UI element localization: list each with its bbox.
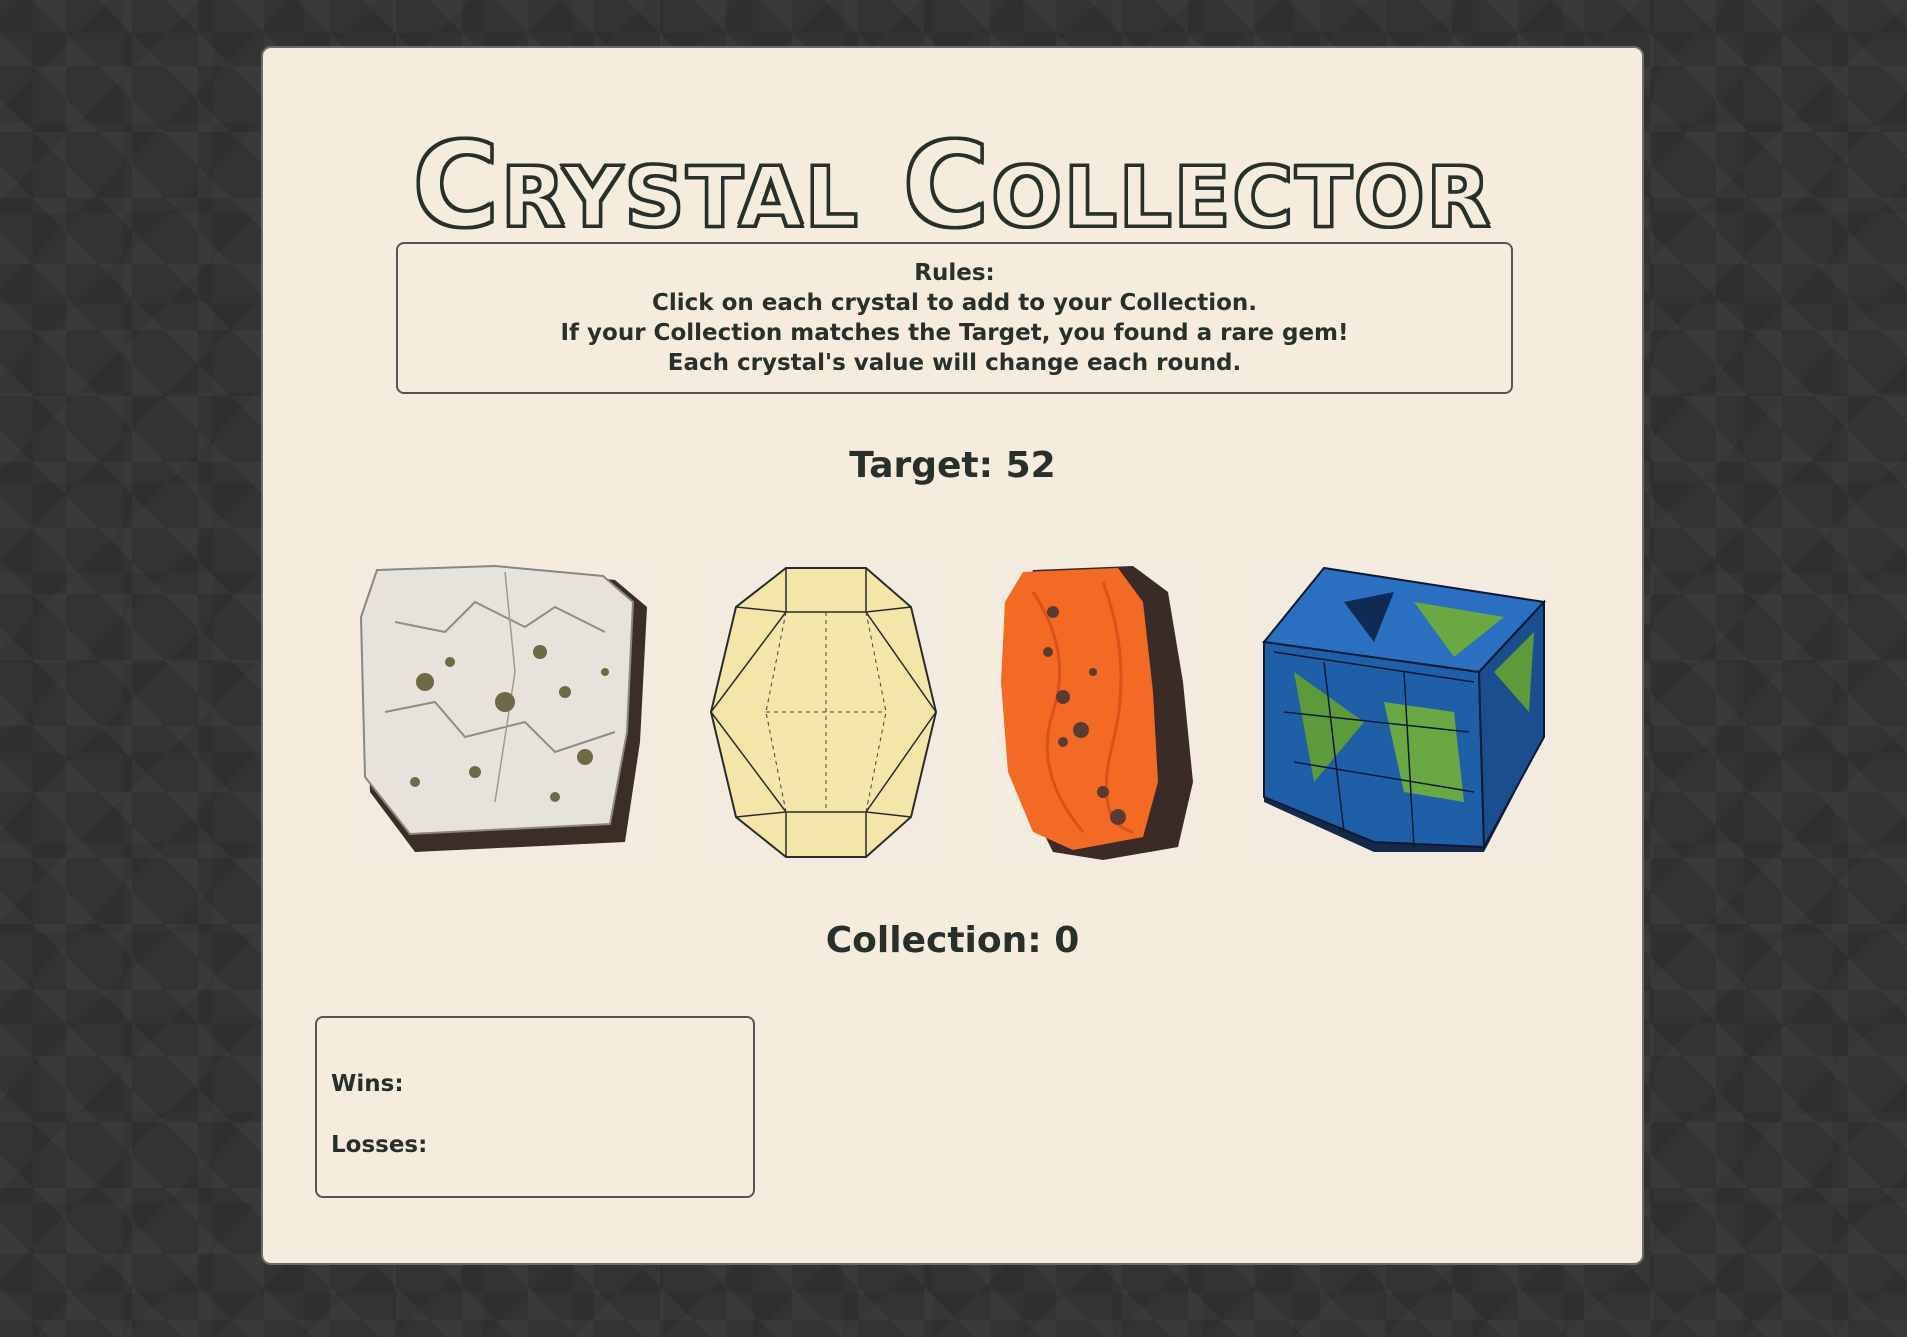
target-display: Target: 52 bbox=[263, 446, 1642, 486]
collection-value: 0 bbox=[1054, 920, 1080, 961]
score-box: Wins: Losses: bbox=[315, 1016, 755, 1198]
blue-cube-icon bbox=[1262, 566, 1547, 852]
wins-row: Wins: bbox=[331, 1070, 412, 1098]
losses-row: Losses: bbox=[331, 1131, 435, 1159]
losses-label: Losses: bbox=[331, 1132, 428, 1158]
white-rock-icon bbox=[359, 564, 647, 852]
rules-box: Rules: Click on each crystal to add to y… bbox=[396, 242, 1513, 394]
rules-line-1: Click on each crystal to add to your Col… bbox=[651, 290, 1258, 316]
target-label: Target: bbox=[849, 445, 994, 486]
wins-label: Wins: bbox=[331, 1071, 404, 1097]
rules-heading: Rules: bbox=[914, 260, 995, 286]
rules-line-3: Each crystal's value will change each ro… bbox=[667, 350, 1242, 376]
crystal-button-white[interactable] bbox=[355, 562, 655, 863]
target-value: 52 bbox=[1005, 445, 1056, 486]
game-panel: Crystal Collector Rules: Click on each c… bbox=[261, 46, 1644, 1265]
crystal-button-yellow[interactable] bbox=[706, 562, 942, 863]
yellow-gem-icon bbox=[709, 567, 938, 858]
collection-label: Collection: bbox=[825, 920, 1042, 961]
crystal-button-blue[interactable] bbox=[1254, 562, 1554, 863]
crystal-button-orange[interactable] bbox=[993, 562, 1202, 863]
rules-line-2: If your Collection matches the Target, y… bbox=[560, 320, 1349, 346]
orange-rock-icon bbox=[1001, 566, 1193, 860]
collection-display: Collection: 0 bbox=[263, 921, 1642, 961]
game-title: Crystal Collector bbox=[411, 116, 1493, 254]
